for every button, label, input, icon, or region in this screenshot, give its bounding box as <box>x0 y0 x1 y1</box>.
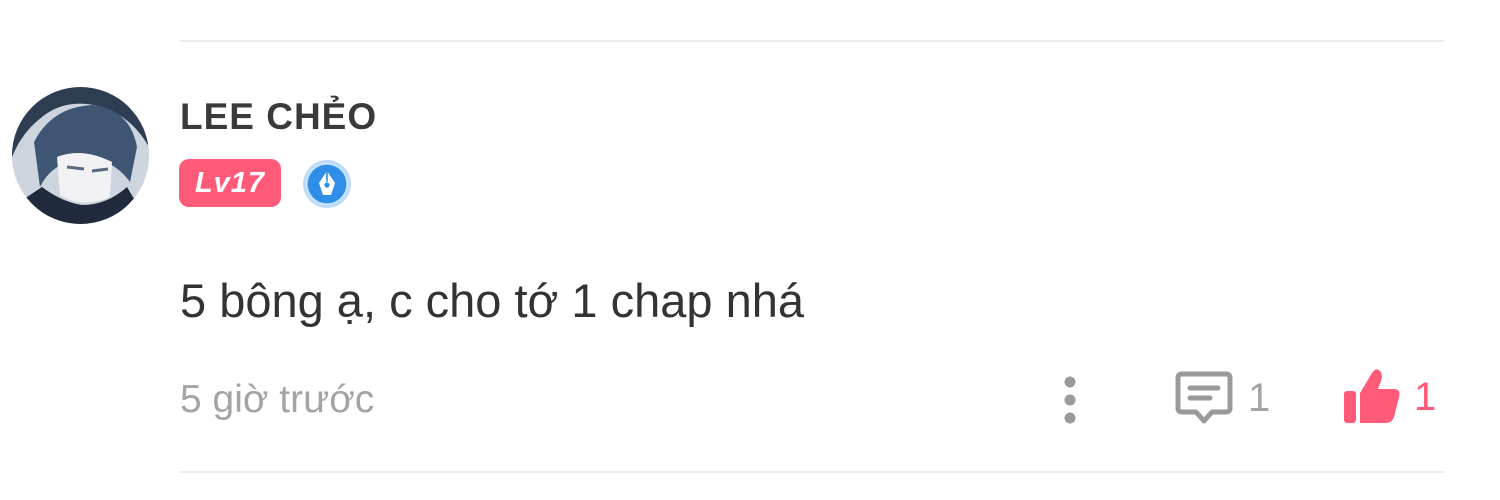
comment-bubble-icon <box>1175 371 1233 424</box>
bottom-divider <box>180 471 1444 473</box>
avatar[interactable] <box>12 87 149 224</box>
top-divider <box>180 40 1444 42</box>
thumbs-up-icon <box>1344 369 1400 423</box>
level-badge: Lv17 <box>179 159 281 207</box>
reply-button[interactable]: 1 <box>1172 366 1270 430</box>
like-button[interactable]: 1 <box>1340 364 1436 430</box>
more-options-button[interactable] <box>1048 370 1092 430</box>
comment-text: 5 bông ạ, c cho tớ 1 chap nhá <box>180 274 804 327</box>
like-count: 1 <box>1414 374 1437 419</box>
avatar-image <box>12 87 149 224</box>
pen-nib-badge-icon <box>302 159 352 209</box>
timestamp: 5 giờ trước <box>180 378 375 421</box>
username[interactable]: LEE CHẺO <box>180 96 377 138</box>
more-vertical-icon <box>1064 376 1076 424</box>
reply-count: 1 <box>1248 375 1271 420</box>
